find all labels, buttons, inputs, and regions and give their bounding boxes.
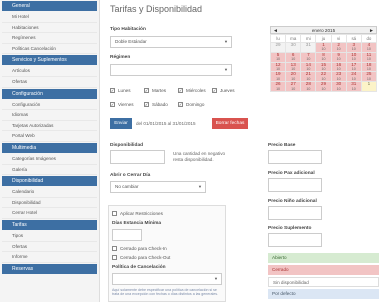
chevron-down-icon: ▼ <box>224 67 228 72</box>
sidebar-section-header[interactable]: Tarifas <box>2 219 97 230</box>
closed-checkin-label: Cerrado para Check-In <box>120 246 167 251</box>
availability-input[interactable] <box>110 150 165 164</box>
day-checkbox[interactable]: ✓ Domingo <box>178 102 204 107</box>
cancel-policy-hint: Aquí solamente debe especificar una polí… <box>112 288 219 297</box>
checkbox-box: ✓ <box>144 102 149 107</box>
min-stay-input[interactable] <box>112 229 142 241</box>
checkbox-box: ✓ <box>212 88 217 93</box>
availability-label: Disponibilidad <box>110 143 144 148</box>
send-button[interactable]: Enviar <box>110 118 132 129</box>
date-range-text: del 01/01/2015 al 31/01/2015 <box>136 121 196 126</box>
day-label: Sábado <box>152 102 168 107</box>
sidebar-item[interactable]: Categorías Imágenes <box>2 154 97 165</box>
sidebar-item[interactable]: Idiomas <box>2 110 97 121</box>
page-title: Tarifas y Disponibilidad <box>110 4 203 14</box>
closed-checkin-checkbox[interactable]: Cerrado para Check-In <box>112 246 167 251</box>
day-label: Domingo <box>186 102 205 107</box>
sidebar-item[interactable]: Regímenes <box>2 33 97 44</box>
chevron-down-icon: ▼ <box>198 184 202 189</box>
sidebar-item[interactable]: Tarjetas Autorizadas <box>2 121 97 132</box>
sidebar-item[interactable]: Ofertas <box>2 77 97 88</box>
day-checkbox[interactable]: ✓ Martes <box>144 88 166 93</box>
checkbox-box: ✓ <box>110 88 115 93</box>
apply-restrictions-label: Aplicar Restricciones <box>120 211 163 216</box>
sidebar-item[interactable]: Mi Hotel <box>2 12 97 23</box>
clear-dates-button[interactable]: Borrar fechas <box>212 118 248 129</box>
day-label: Viernes <box>118 102 134 107</box>
sidebar-item[interactable]: Tipos <box>2 231 97 242</box>
chevron-down-icon: ▼ <box>224 39 228 44</box>
sidebar-item[interactable]: Artículos <box>2 66 97 77</box>
close-day-select[interactable]: No cambiar ▼ <box>110 181 206 193</box>
checkbox-box: ✓ <box>144 88 149 93</box>
sidebar-section-header[interactable]: General <box>2 1 97 11</box>
availability-hint: Una cantidad en negativo resta disponibi… <box>173 151 226 162</box>
closed-checkout-label: Cerrado para Check-Out <box>120 255 171 260</box>
checkbox-box: ✓ <box>178 88 183 93</box>
sidebar-section-header[interactable]: Multimedia <box>2 142 97 153</box>
chevron-down-icon: ▼ <box>214 276 218 281</box>
room-type-label: Tipo Habitación <box>110 27 146 32</box>
day-label: Miércoles <box>186 88 206 93</box>
day-label: Martes <box>152 88 167 93</box>
checkbox-box <box>112 246 117 251</box>
sidebar-section-header[interactable]: Disponibilidad <box>2 176 97 187</box>
sidebar-item[interactable]: Políticas Cancelación <box>2 44 97 55</box>
sidebar-item[interactable]: Calendario <box>2 187 97 198</box>
sidebar: General Mi Hotel Habitaciones Regímenes Polí… <box>0 0 100 302</box>
sidebar-item[interactable]: Cerrar Hotel <box>2 208 97 219</box>
day-label: Lunes <box>118 88 131 93</box>
regimen-select[interactable]: ▼ <box>110 64 232 76</box>
room-type-select[interactable]: Doble Estándar ▼ <box>110 36 232 48</box>
sidebar-section-header[interactable]: Reservas <box>2 263 97 274</box>
cancel-policy-label: Política de Cancelación <box>112 265 166 270</box>
close-day-label: Abrir o Cerrar Día <box>110 173 151 178</box>
checkbox-box <box>112 255 117 260</box>
min-stay-label: Días Estancia Mínima <box>112 221 162 226</box>
sidebar-item[interactable]: Informe <box>2 252 97 263</box>
sidebar-item[interactable]: Habitaciones <box>2 23 97 34</box>
day-checkbox[interactable]: ✓ Miércoles <box>178 88 206 93</box>
day-checkbox[interactable]: ✓ Lunes <box>110 88 131 93</box>
day-checkbox[interactable]: ✓ Viernes <box>110 102 134 107</box>
room-type-value: Doble Estándar <box>115 39 147 44</box>
sidebar-item[interactable]: Ofertas <box>2 242 97 253</box>
day-checkbox[interactable]: ✓ Sábado <box>144 102 168 107</box>
checkbox-box <box>112 211 117 216</box>
sidebar-item[interactable]: Galería <box>2 165 97 176</box>
apply-restrictions-checkbox[interactable]: Aplicar Restricciones <box>112 211 163 216</box>
sidebar-section-header[interactable]: Configuración <box>2 88 97 99</box>
sidebar-section-header[interactable]: Servicios y Suplementos <box>2 55 97 66</box>
sidebar-item[interactable]: Configuración <box>2 100 97 111</box>
cancel-policy-select[interactable]: ▼ <box>112 273 222 285</box>
day-checkbox[interactable]: ✓ Jueves <box>212 88 235 93</box>
sidebar-item[interactable]: Disponibilidad <box>2 198 97 209</box>
close-day-value: No cambiar <box>115 184 139 189</box>
closed-checkout-checkbox[interactable]: Cerrado para Check-Out <box>112 255 170 260</box>
day-label: Jueves <box>220 88 235 93</box>
regimen-label: Régimen <box>110 55 131 60</box>
checkbox-box: ✓ <box>178 102 183 107</box>
restrictions-panel: Aplicar Restricciones Días Estancia Míni… <box>108 205 226 302</box>
checkbox-box: ✓ <box>110 102 115 107</box>
sidebar-item[interactable]: Portal Web <box>2 131 97 142</box>
